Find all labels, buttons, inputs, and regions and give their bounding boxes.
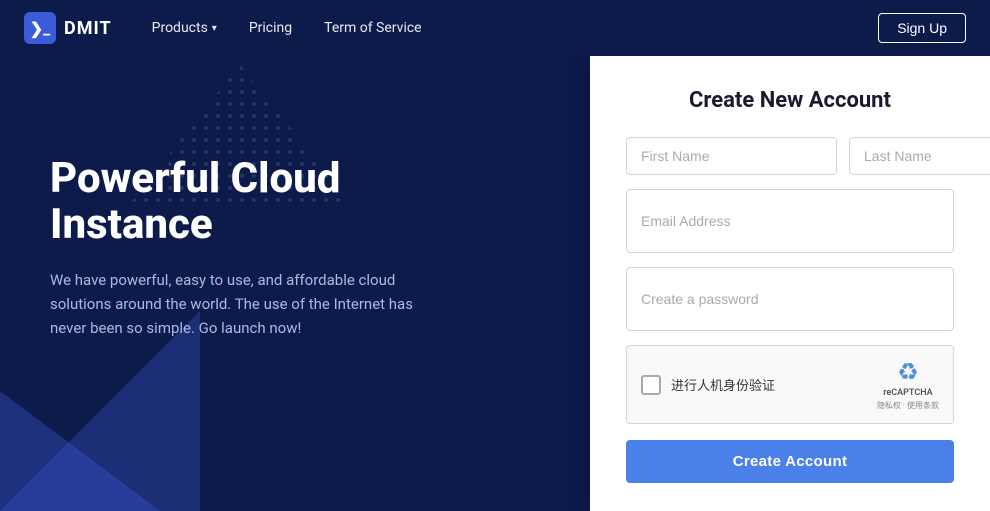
form-title: Create New Account [689, 88, 891, 113]
last-name-input[interactable] [849, 137, 990, 175]
navbar: ❯_ DMIT Products ▾ Pricing Term of Servi… [0, 0, 990, 56]
first-name-input[interactable] [626, 137, 837, 175]
logo-text: DMIT [64, 18, 112, 39]
chevron-down-icon: ▾ [212, 23, 217, 34]
signup-form-panel: Create New Account 进行人机身份验证 ♻ reCAPTCHA … [590, 56, 990, 511]
nav-pricing[interactable]: Pricing [249, 20, 292, 36]
hero-section: Powerful Cloud Instance We have powerful… [0, 56, 590, 511]
recaptcha-widget[interactable]: 进行人机身份验证 ♻ reCAPTCHA 隐私权 · 使用条款 [626, 345, 954, 424]
nav-tos-label: Term of Service [324, 20, 421, 36]
hero-description: We have powerful, easy to use, and affor… [50, 268, 430, 340]
nav-links: Products ▾ Pricing Term of Service [152, 20, 879, 36]
signup-button[interactable]: Sign Up [878, 13, 966, 43]
recaptcha-brand-text: reCAPTCHA [883, 388, 932, 398]
hero-title-line2: Instance [50, 200, 213, 249]
recaptcha-left: 进行人机身份验证 [641, 375, 775, 395]
main-content: Powerful Cloud Instance We have powerful… [0, 56, 990, 511]
email-input[interactable] [626, 189, 954, 253]
nav-products-label: Products [152, 20, 208, 36]
logo[interactable]: ❯_ DMIT [24, 12, 112, 44]
nav-pricing-label: Pricing [249, 20, 292, 36]
hero-title: Powerful Cloud Instance [50, 156, 550, 248]
recaptcha-icon: ♻ [897, 358, 919, 386]
recaptcha-label: 进行人机身份验证 [671, 375, 775, 394]
hero-title-line1: Powerful Cloud [50, 154, 340, 203]
logo-icon: ❯_ [24, 12, 56, 44]
name-row [626, 137, 954, 175]
recaptcha-checkbox[interactable] [641, 375, 661, 395]
password-input[interactable] [626, 267, 954, 331]
nav-tos[interactable]: Term of Service [324, 20, 421, 36]
recaptcha-logo: ♻ reCAPTCHA 隐私权 · 使用条款 [877, 358, 939, 411]
recaptcha-privacy-text: 隐私权 · 使用条款 [877, 400, 939, 411]
nav-products[interactable]: Products ▾ [152, 20, 217, 36]
create-account-button[interactable]: Create Account [626, 440, 954, 483]
